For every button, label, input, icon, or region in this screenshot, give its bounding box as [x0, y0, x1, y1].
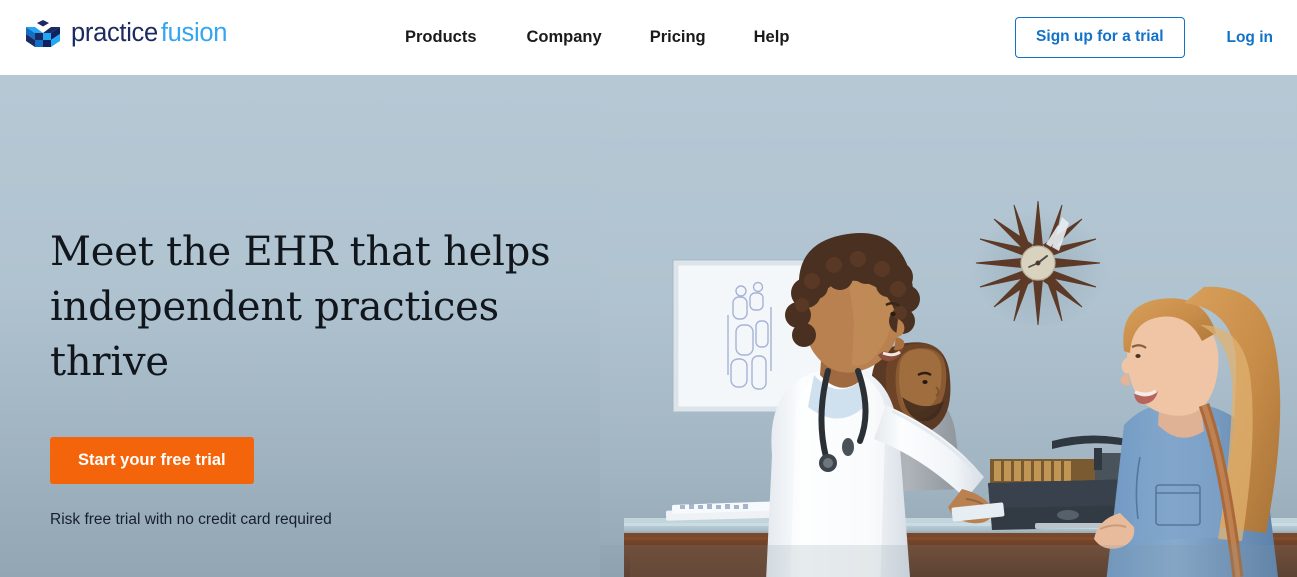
hero-cta-note: Risk free trial with no credit card requ…: [50, 510, 332, 528]
start-free-trial-button[interactable]: Start your free trial: [50, 436, 254, 484]
hero-photograph: [600, 75, 1297, 577]
sign-up-for-trial-button[interactable]: Sign up for a trial: [1015, 17, 1185, 58]
site-header: practice fusion Products Company Pricing …: [0, 0, 1297, 75]
header-actions: Sign up for a trial Log in: [1015, 0, 1273, 75]
hero-copy: Meet the EHR that helps independent prac…: [50, 225, 570, 529]
nav-item-help[interactable]: Help: [754, 28, 790, 47]
main-navigation: Products Company Pricing Help: [405, 0, 789, 75]
practice-fusion-butterfly-icon: [24, 19, 62, 49]
nav-item-products[interactable]: Products: [405, 28, 477, 47]
logo-word-practice: practice: [71, 19, 158, 48]
logo-word-fusion: fusion: [160, 19, 228, 48]
log-in-link[interactable]: Log in: [1227, 29, 1274, 47]
logo-home-link[interactable]: practice fusion: [24, 19, 227, 49]
nav-item-company[interactable]: Company: [527, 28, 602, 47]
hero-headline: Meet the EHR that helps independent prac…: [50, 225, 570, 391]
logo-wordmark: practice fusion: [71, 21, 227, 47]
nav-item-pricing[interactable]: Pricing: [650, 28, 706, 47]
hero-section: Meet the EHR that helps independent prac…: [0, 75, 1297, 577]
hero-headline-line-2: independent practices thrive: [50, 284, 499, 386]
hero-headline-line-1: Meet the EHR that helps: [50, 229, 551, 275]
